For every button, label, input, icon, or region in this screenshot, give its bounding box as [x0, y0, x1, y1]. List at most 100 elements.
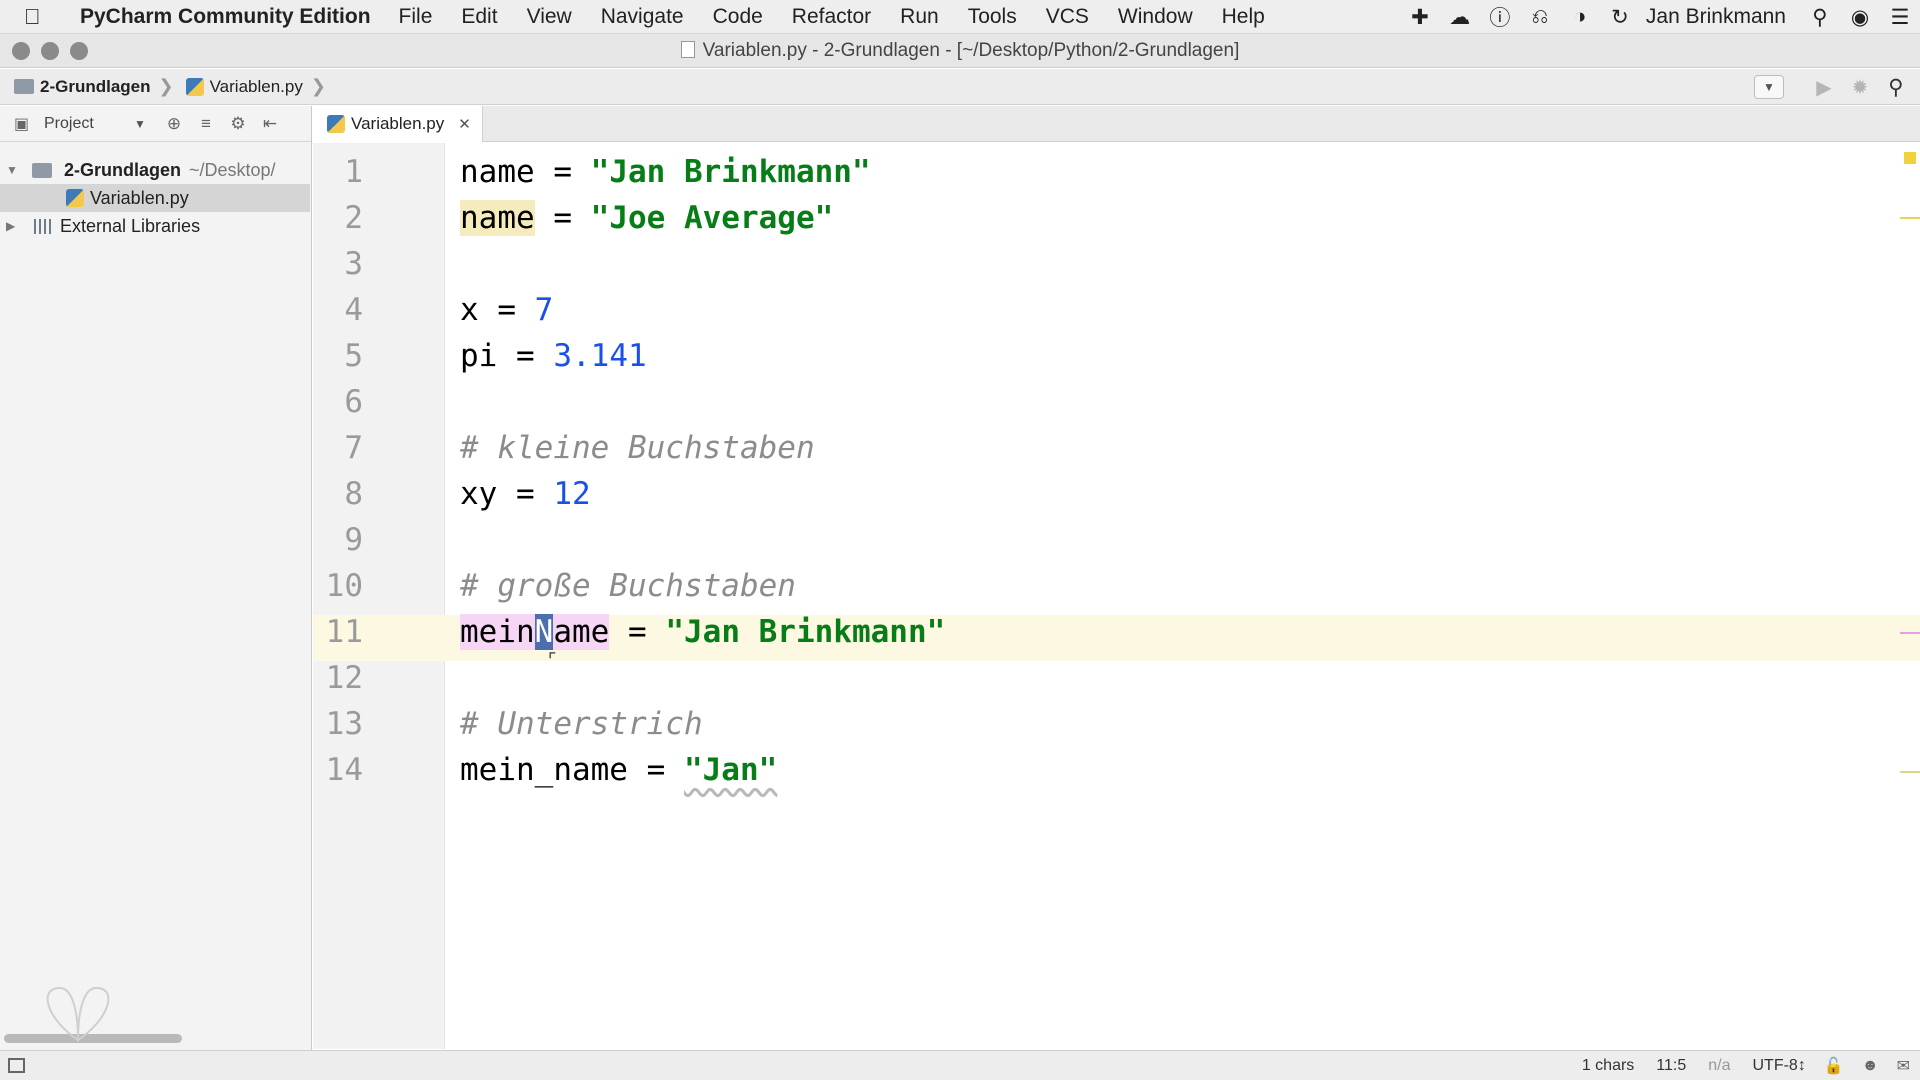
tree-item-variablen[interactable]: Variablen.py: [0, 184, 310, 212]
gear-icon[interactable]: ⚙: [222, 114, 254, 134]
backup-icon[interactable]: ⎌: [1520, 5, 1560, 29]
line-number: 11: [325, 614, 363, 650]
operator: =: [534, 200, 591, 236]
line-number: 7: [344, 430, 363, 466]
menu-window[interactable]: Window: [1118, 5, 1193, 29]
debug-icon[interactable]: ✹: [1842, 75, 1878, 100]
line-separator[interactable]: n/a: [1708, 1057, 1730, 1075]
lock-icon[interactable]: 🔓: [1824, 1056, 1844, 1076]
number-literal: 3.141: [553, 338, 647, 374]
password-manager-icon[interactable]: ⓘ: [1480, 2, 1520, 32]
app-menu-name[interactable]: PyCharm Community Edition: [80, 5, 371, 29]
file-encoding[interactable]: UTF-8↕: [1753, 1057, 1806, 1075]
operator: =: [497, 338, 554, 374]
folder-icon: [32, 162, 52, 178]
code-line-10[interactable]: # große Buchstaben: [460, 563, 796, 609]
code-line-1[interactable]: name = "Jan Brinkmann": [460, 149, 871, 195]
operator: =: [497, 476, 554, 512]
time-machine-icon[interactable]: ↻: [1600, 5, 1640, 30]
inspector-icon[interactable]: ☻: [1862, 1057, 1879, 1075]
window-title-bar: Variablen.py - 2-Grundlagen - [~/Desktop…: [0, 34, 1920, 68]
code-line-11[interactable]: meinName = "Jan Brinkmann": [460, 609, 945, 655]
notification-center-icon[interactable]: ☰: [1880, 5, 1920, 30]
tool-windows-toggle-icon[interactable]: [8, 1058, 25, 1073]
menu-extras: ✚ ☁ ⓘ ⎌ ◑ ↻ Jan Brinkmann ⚲ ◉ ☰: [1400, 0, 1920, 34]
library-icon: [34, 218, 54, 234]
typo-stripe-mark[interactable]: [1900, 771, 1920, 773]
menu-run[interactable]: Run: [900, 5, 939, 29]
hide-panel-icon[interactable]: ⇤: [254, 114, 286, 134]
tab-variablen[interactable]: Variablen.py ✕: [313, 106, 483, 142]
python-file-icon: [327, 115, 345, 133]
siri-icon[interactable]: ◉: [1840, 5, 1880, 30]
apple-icon[interactable]: : [24, 4, 64, 30]
caret-position[interactable]: 11:5: [1656, 1057, 1686, 1075]
run-icon[interactable]: ▶: [1806, 75, 1842, 100]
line-number: 14: [325, 752, 363, 788]
operator: =: [534, 154, 591, 190]
code-line-8[interactable]: xy = 12: [460, 471, 591, 517]
code-line-2[interactable]: name = "Joe Average": [460, 195, 833, 241]
line-number: 12: [325, 660, 363, 696]
text-cursor-icon: ⌜: [548, 650, 557, 671]
expand-arrow-icon[interactable]: ▼: [6, 163, 22, 177]
python-file-icon: [185, 77, 204, 96]
tree-file-name: Variablen.py: [90, 187, 189, 208]
operator: =: [627, 752, 684, 788]
tree-item-project-root[interactable]: ▼ 2-Grundlagen ~/Desktop/: [0, 156, 310, 184]
search-everywhere-icon[interactable]: ⚲: [1878, 75, 1914, 100]
line-number: 1: [344, 154, 363, 190]
code-line-5[interactable]: pi = 3.141: [460, 333, 647, 379]
string-literal-typo: "Jan": [683, 752, 778, 788]
string-literal: "Jan Brinkmann": [665, 614, 946, 650]
tab-label: Variablen.py: [351, 114, 445, 133]
menu-navigate[interactable]: Navigate: [601, 5, 684, 29]
plus-icon[interactable]: ✚: [1400, 5, 1440, 30]
project-view-label[interactable]: Project: [44, 115, 134, 133]
python-file-icon: [66, 189, 84, 207]
run-configuration-dropdown[interactable]: ▼: [1754, 75, 1784, 99]
menu-refactor[interactable]: Refactor: [792, 5, 871, 29]
comment: # große Buchstaben: [460, 568, 796, 604]
leaf-icon[interactable]: ◑: [1560, 5, 1600, 29]
selection-count: 1 chars: [1581, 1056, 1635, 1074]
menu-code[interactable]: Code: [713, 5, 763, 29]
collapse-all-icon[interactable]: ≡: [190, 114, 222, 134]
number-literal: 12: [553, 476, 591, 512]
user-name[interactable]: Jan Brinkmann: [1646, 5, 1786, 29]
inspection-status-icon[interactable]: [1904, 152, 1916, 164]
identifier: pi: [460, 338, 498, 374]
usage-stripe-mark[interactable]: [1900, 632, 1920, 634]
butterfly-watermark-icon: [46, 986, 110, 1042]
line-number: 4: [344, 292, 363, 328]
close-tab-icon[interactable]: ✕: [458, 115, 471, 133]
spotlight-search-icon[interactable]: ⚲: [1800, 5, 1840, 30]
tree-root-name: 2-Grundlagen: [64, 159, 182, 180]
menu-view[interactable]: View: [527, 5, 572, 29]
identifier: mein_name: [460, 752, 628, 788]
tree-item-external-libraries[interactable]: ▶ External Libraries: [0, 212, 310, 240]
creative-cloud-icon[interactable]: ☁: [1440, 5, 1480, 30]
breadcrumb-project-label: 2-Grundlagen: [40, 76, 151, 96]
code-line-4[interactable]: x = 7: [460, 287, 553, 333]
document-icon: [680, 41, 695, 58]
menu-help[interactable]: Help: [1222, 5, 1265, 29]
scroll-from-source-icon[interactable]: ⊕: [158, 114, 190, 134]
event-log-icon[interactable]: ✉: [1897, 1056, 1910, 1076]
code-line-7[interactable]: # kleine Buchstaben: [460, 425, 815, 471]
breadcrumb-project[interactable]: 2-Grundlagen ❯: [0, 76, 174, 97]
editor-tab-bar: Variablen.py ✕: [313, 106, 1920, 142]
menu-file[interactable]: File: [399, 5, 433, 29]
project-toolbar: ▣ Project ▼ ⊕ ≡ ⚙ ⇤: [0, 106, 311, 142]
code-line-14[interactable]: mein_name = "Jan": [460, 747, 777, 793]
view-dropdown-icon[interactable]: ▼: [134, 117, 158, 131]
menu-vcs[interactable]: VCS: [1046, 5, 1089, 29]
breadcrumb-file[interactable]: Variablen.py ❯: [174, 76, 326, 97]
line-number: 5: [344, 338, 363, 374]
number-literal: 7: [534, 292, 554, 328]
collapse-arrow-icon[interactable]: ▶: [6, 219, 22, 233]
menu-tools[interactable]: Tools: [968, 5, 1017, 29]
menu-edit[interactable]: Edit: [461, 5, 497, 29]
code-line-13[interactable]: # Unterstrich: [460, 701, 703, 747]
warning-stripe-mark[interactable]: [1900, 217, 1920, 219]
